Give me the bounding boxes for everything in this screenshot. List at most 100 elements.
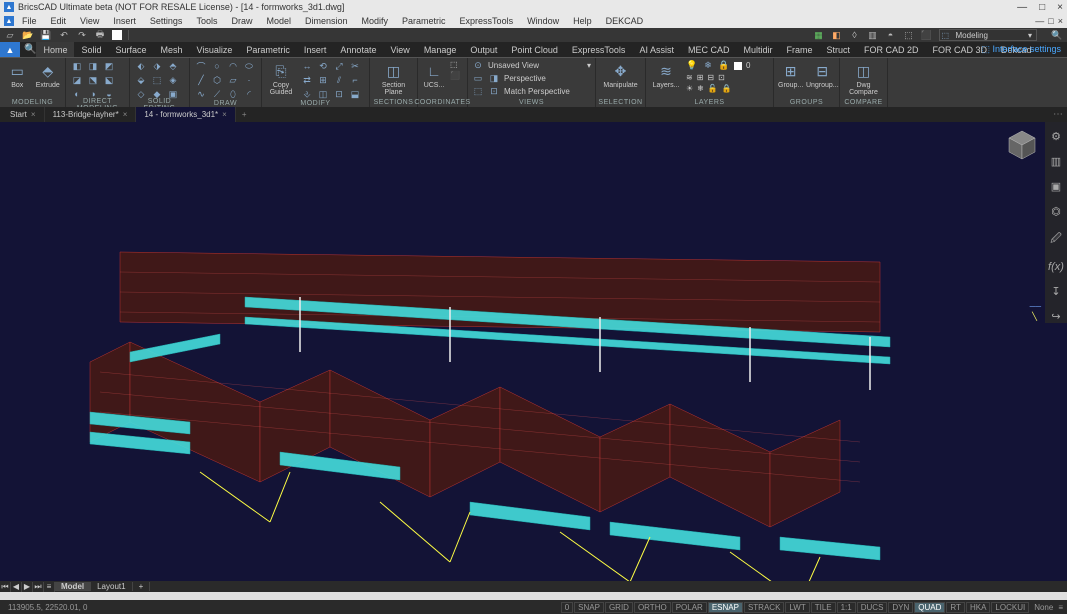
tool-icon[interactable]: ⬚ — [450, 60, 460, 69]
qat-icon[interactable]: ▥ — [867, 30, 879, 40]
tool-icon[interactable]: ↔ — [300, 60, 314, 72]
qat-icon[interactable]: ◓ — [885, 30, 897, 40]
doc-tab-start[interactable]: Start× — [2, 107, 45, 122]
tab-meccad[interactable]: MEC CAD — [681, 42, 737, 57]
layer-selector[interactable]: 💡❄🔒0 — [686, 60, 769, 71]
interface-settings-button[interactable]: ⬚ Interface settings — [981, 44, 1061, 55]
qat-layer-color[interactable] — [112, 30, 122, 40]
tool-icon[interactable]: ◠ — [226, 60, 240, 72]
layout-tab-layout1[interactable]: Layout1 — [91, 582, 132, 591]
tool-icon[interactable]: ⬘ — [166, 60, 180, 72]
tool-icon[interactable]: ⬗ — [150, 60, 164, 72]
viewport[interactable]: ── ╲ ⚙ ▥ ▣ ⏣ 🖉 f(x) ↧ ↪ — [0, 122, 1067, 581]
tool-icon[interactable]: ⬓ — [348, 88, 362, 100]
layout-list-button[interactable]: ≡ — [44, 582, 55, 592]
group-button[interactable]: ⊞Group... — [778, 60, 803, 89]
status-snap[interactable]: SNAP — [574, 602, 604, 613]
status-lwt[interactable]: LWT — [785, 602, 809, 613]
menu-file[interactable]: File — [16, 16, 43, 26]
tab-parametric[interactable]: Parametric — [239, 42, 297, 57]
maximize-button[interactable]: □ — [1039, 2, 1045, 13]
tool-icon[interactable]: ◨ — [86, 60, 100, 72]
tool-icon[interactable]: ◜ — [242, 88, 256, 100]
tool-icon[interactable]: ⟋ — [210, 88, 224, 100]
doc-tab[interactable]: 113-Bridge-layher*× — [45, 107, 137, 122]
layout-tab-model[interactable]: Model — [55, 582, 91, 591]
ungroup-button[interactable]: ⊟Ungroup... — [807, 60, 837, 89]
menu-dimension[interactable]: Dimension — [299, 16, 354, 26]
tool-icon[interactable]: 🔓 — [708, 84, 718, 93]
menu-settings[interactable]: Settings — [144, 16, 189, 26]
add-layout-button[interactable]: + — [133, 582, 151, 591]
sidebar-icon[interactable]: ↪ — [1051, 310, 1060, 323]
tool-icon[interactable]: ⬭ — [242, 60, 256, 72]
tab-pointcloud[interactable]: Point Cloud — [504, 42, 565, 57]
tab-expresstools[interactable]: ExpressTools — [565, 42, 633, 57]
menu-model[interactable]: Model — [260, 16, 297, 26]
tab-view[interactable]: View — [383, 42, 416, 57]
menu-modify[interactable]: Modify — [356, 16, 395, 26]
close-icon[interactable]: × — [222, 110, 227, 119]
tool-icon[interactable]: ≋ — [686, 73, 693, 82]
status-rt[interactable]: RT — [946, 602, 965, 613]
tool-icon[interactable]: ⬙ — [134, 74, 148, 86]
status-ducs[interactable]: DUCS — [857, 602, 888, 613]
qat-icon[interactable]: ▦ — [813, 30, 825, 40]
minimize-button[interactable]: — — [1017, 2, 1027, 13]
menu-expresstools[interactable]: ExpressTools — [454, 16, 520, 26]
menu-dekcad[interactable]: DEKCAD — [600, 16, 650, 26]
doc-tab-active[interactable]: 14 - formworks_3d1*× — [136, 107, 235, 122]
tab-forcad2d[interactable]: FOR CAD 2D — [857, 42, 926, 57]
tool-icon[interactable]: ∿ — [194, 88, 208, 100]
mdi-minimize[interactable]: — — [1035, 16, 1044, 26]
tool-icon[interactable]: ╱ — [194, 74, 208, 86]
tool-icon[interactable]: ⊟ — [707, 73, 714, 82]
menu-insert[interactable]: Insert — [107, 16, 142, 26]
tool-icon[interactable]: ▱ — [226, 74, 240, 86]
dwg-compare-button[interactable]: ◫Dwg Compare — [844, 60, 883, 96]
status-lockui[interactable]: LOCKUI — [991, 602, 1029, 613]
app-menu-icon[interactable]: ▲ — [4, 16, 14, 26]
tab-manage[interactable]: Manage — [417, 42, 464, 57]
status-none[interactable]: None — [1030, 603, 1057, 612]
status-grid[interactable]: GRID — [605, 602, 633, 613]
tool-icon[interactable]: ✂ — [348, 60, 362, 72]
tool-icon[interactable]: ⊡ — [332, 88, 346, 100]
workspace-selector[interactable]: Modeling▾ — [939, 29, 1037, 41]
tool-icon[interactable]: ☀ — [686, 84, 693, 93]
tool-icon[interactable]: ⊞ — [316, 74, 330, 86]
tool-icon[interactable]: · — [242, 74, 256, 86]
status-esnap[interactable]: ESNAP — [708, 602, 743, 613]
layers-button[interactable]: ≋Layers... — [650, 60, 682, 89]
tool-icon[interactable]: ⊡ — [718, 73, 725, 82]
ucs-button[interactable]: ∟UCS... — [422, 60, 446, 89]
prev-layout-button[interactable]: ◀ — [11, 582, 22, 592]
tool-icon[interactable]: ○ — [210, 60, 224, 72]
app-icon[interactable]: ▲ — [4, 2, 14, 12]
qat-icon[interactable]: ⬛ — [921, 30, 933, 40]
menu-help[interactable]: Help — [567, 16, 598, 26]
tool-icon[interactable]: ⬖ — [134, 60, 148, 72]
tool-icon[interactable]: ⌐ — [348, 74, 362, 86]
qat-save-icon[interactable]: 💾 — [40, 30, 52, 40]
tool-icon[interactable]: ◪ — [70, 74, 84, 86]
tab-surface[interactable]: Surface — [108, 42, 153, 57]
tool-icon[interactable]: 🔒 — [722, 84, 732, 93]
tab-struct[interactable]: Struct — [820, 42, 858, 57]
tool-icon[interactable]: ⎀ — [300, 88, 314, 100]
menu-draw[interactable]: Draw — [225, 16, 258, 26]
sidebar-icon[interactable]: ▥ — [1051, 155, 1061, 168]
sidebar-icon[interactable]: ⏣ — [1051, 205, 1061, 218]
match-perspective-button[interactable]: ⬚⊡Match Perspective — [472, 86, 591, 97]
tab-output[interactable]: Output — [463, 42, 504, 57]
tool-icon[interactable]: ⤢ — [332, 60, 346, 72]
sidebar-icon[interactable]: f(x) — [1048, 261, 1064, 273]
tab-visualize[interactable]: Visualize — [190, 42, 240, 57]
tab-multidir[interactable]: Multidir — [736, 42, 779, 57]
tool-icon[interactable]: ⬯ — [226, 88, 240, 100]
close-button[interactable]: × — [1057, 2, 1063, 13]
status-polar[interactable]: POLAR — [672, 602, 707, 613]
tool-icon[interactable]: ⬕ — [102, 74, 116, 86]
status-menu-icon[interactable]: ≡ — [1058, 603, 1063, 612]
sidebar-icon[interactable]: ↧ — [1051, 285, 1060, 298]
